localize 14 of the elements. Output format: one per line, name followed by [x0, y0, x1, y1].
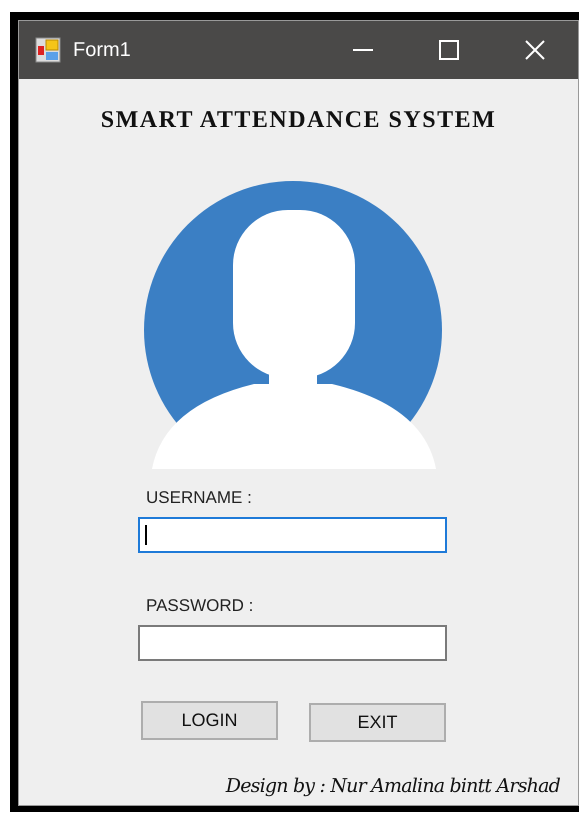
- credit-text: Design by : Nur Amalina bintt Arshad: [226, 775, 560, 797]
- exit-button[interactable]: EXIT: [309, 703, 446, 742]
- minimize-icon: [353, 49, 373, 51]
- maximize-icon: [438, 39, 460, 61]
- field-label: USERNAME :: [146, 487, 252, 509]
- close-icon: [524, 39, 546, 61]
- input-field[interactable]: [138, 625, 447, 661]
- field-label: PASSWORD :: [146, 595, 254, 617]
- app-icon: [35, 37, 61, 63]
- avatar-icon: [144, 181, 442, 469]
- input-field[interactable]: [138, 517, 447, 553]
- window-title: Form1: [73, 38, 131, 62]
- login-button[interactable]: LOGIN: [141, 701, 278, 740]
- app-heading: SMART ATTENDANCE SYSTEM: [100, 106, 498, 135]
